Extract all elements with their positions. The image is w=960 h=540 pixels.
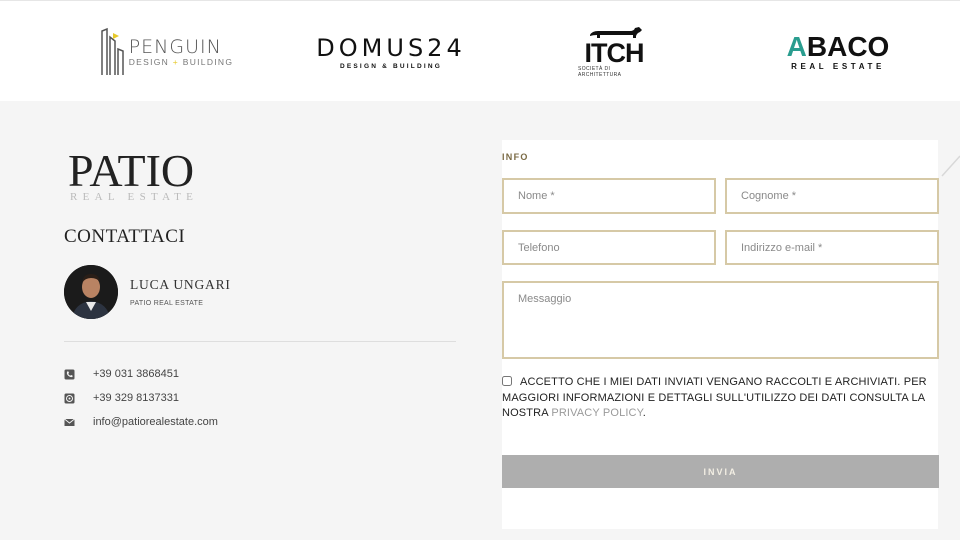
- agent-name: LUCA UNGARI: [130, 277, 231, 292]
- privacy-consent: ACCETTO CHE I MIEI DATI INVIATI VENGANO …: [502, 376, 927, 419]
- contact-title: CONTATTACI: [64, 226, 186, 247]
- domus-name: DOMUS24: [316, 33, 466, 62]
- penguin-subtitle: DESIGN + BUILDING: [128, 57, 234, 67]
- email-address: info@patiorealestate.com: [93, 416, 218, 428]
- itch-subtitle: SOCIETÀ DI ARCHITETTURA: [578, 66, 622, 78]
- itch-name: ITCH: [584, 38, 645, 68]
- form-section-label: INFO: [502, 152, 529, 162]
- penguin-name: PENGUIN: [128, 36, 222, 58]
- envelope-icon: [64, 417, 75, 428]
- avatar: [64, 265, 118, 319]
- domus-subtitle: DESIGN & BUILDING: [339, 62, 443, 70]
- phone-number: +39 031 3868451: [93, 368, 179, 380]
- agent-company: PATIO REAL ESTATE: [130, 300, 204, 307]
- privacy-policy-link[interactable]: PRIVACY POLICY: [551, 407, 642, 419]
- whatsapp-icon: [64, 393, 75, 404]
- consent-checkbox[interactable]: [502, 376, 512, 386]
- diagonal-line-decoration: [941, 155, 960, 177]
- message-field[interactable]: [502, 281, 939, 359]
- submit-button[interactable]: INVIA: [502, 455, 939, 488]
- abaco-name: ABACO: [786, 31, 890, 62]
- phone-icon: [64, 369, 75, 380]
- abaco-subtitle: REAL ESTATE: [791, 62, 885, 71]
- phone-field[interactable]: [502, 230, 716, 265]
- last-name-field[interactable]: [725, 178, 939, 214]
- whatsapp-number: +39 329 8137331: [93, 392, 179, 404]
- partner-logos-bar: PENGUIN DESIGN + BUILDING DOMUS24 DESIGN…: [0, 0, 960, 101]
- abaco-logo[interactable]: ABACO REAL ESTATE: [782, 23, 894, 81]
- domus24-logo[interactable]: DOMUS24 DESIGN & BUILDING: [316, 23, 466, 81]
- penguin-building-icon: [100, 27, 124, 75]
- whatsapp-contact[interactable]: +39 329 8137331: [64, 392, 179, 404]
- first-name-field[interactable]: [502, 178, 716, 214]
- patio-logo[interactable]: PATIO REAL ESTATE: [68, 148, 218, 203]
- penguin-logo[interactable]: PENGUIN DESIGN + BUILDING: [96, 23, 236, 81]
- agent-card: LUCA UNGARI PATIO REAL ESTATE: [64, 265, 231, 319]
- phone-contact[interactable]: +39 031 3868451: [64, 368, 179, 380]
- email-field[interactable]: [725, 230, 939, 265]
- itch-logo[interactable]: ITCH SOCIETÀ DI ARCHITETTURA: [578, 23, 650, 81]
- email-contact[interactable]: info@patiorealestate.com: [64, 416, 218, 428]
- divider: [64, 341, 456, 342]
